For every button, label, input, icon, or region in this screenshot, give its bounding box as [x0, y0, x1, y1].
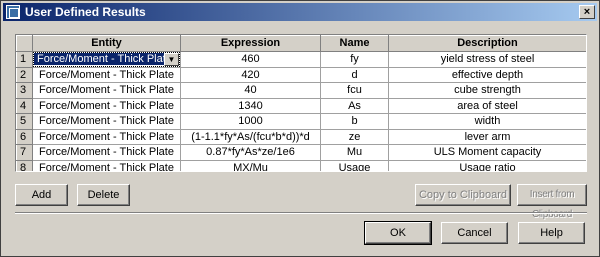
- entity-cell[interactable]: Force/Moment - Thick Plate: [32, 97, 181, 114]
- expression-cell[interactable]: MX/Mu: [180, 159, 321, 171]
- table-row: 7 Force/Moment - Thick Plate 0.87*fy*As*…: [16, 144, 586, 161]
- expression-cell[interactable]: 1340: [180, 97, 321, 114]
- description-cell[interactable]: cube strength: [388, 82, 586, 99]
- separator: [15, 212, 587, 214]
- window-title: User Defined Results: [25, 5, 146, 19]
- description-cell[interactable]: ULS Moment capacity: [388, 144, 586, 161]
- entity-cell[interactable]: Force/Moment - Thick Plate: [32, 159, 181, 171]
- entity-dropdown[interactable]: Force/Moment - Thick Plate ▼: [33, 52, 180, 66]
- table-row: 6 Force/Moment - Thick Plate (1-1.1*fy*A…: [16, 128, 586, 145]
- name-cell[interactable]: b: [320, 113, 389, 130]
- row-number[interactable]: 8: [16, 159, 33, 171]
- description-cell[interactable]: lever arm: [388, 128, 586, 145]
- row-number[interactable]: 2: [16, 66, 33, 83]
- column-header-description[interactable]: Description: [388, 35, 586, 52]
- ok-button[interactable]: OK: [364, 221, 432, 245]
- copy-to-clipboard-button[interactable]: Copy to Clipboard: [415, 184, 511, 206]
- row-number[interactable]: 5: [16, 113, 33, 130]
- column-header-expression[interactable]: Expression: [180, 35, 321, 52]
- expression-cell[interactable]: 420: [180, 66, 321, 83]
- name-cell[interactable]: As: [320, 97, 389, 114]
- entity-cell[interactable]: Force/Moment - Thick Plate: [32, 66, 181, 83]
- entity-cell[interactable]: Force/Moment - Thick Plate: [32, 144, 181, 161]
- row-number[interactable]: 7: [16, 144, 33, 161]
- description-cell[interactable]: width: [388, 113, 586, 130]
- expression-cell[interactable]: 40: [180, 82, 321, 99]
- name-cell[interactable]: Usage: [320, 159, 389, 171]
- table-row: 8 Force/Moment - Thick Plate MX/Mu Usage…: [16, 159, 586, 171]
- column-header-entity[interactable]: Entity: [32, 35, 181, 52]
- table-row: 1 Force/Moment - Thick Plate ▼ 460 fy yi…: [16, 50, 586, 68]
- description-cell[interactable]: effective depth: [388, 66, 586, 83]
- expression-cell[interactable]: (1-1.1*fy*As/(fcu*b*d))*d: [180, 128, 321, 145]
- row-number[interactable]: 4: [16, 97, 33, 114]
- cancel-button[interactable]: Cancel: [441, 222, 508, 244]
- name-cell[interactable]: Mu: [320, 144, 389, 161]
- description-cell[interactable]: area of steel: [388, 97, 586, 114]
- name-cell[interactable]: ze: [320, 128, 389, 145]
- grid-header-row: Entity Expression Name Description: [16, 35, 586, 52]
- results-grid: Entity Expression Name Description 1 For…: [15, 34, 587, 172]
- row-number[interactable]: 1: [16, 50, 33, 68]
- expression-cell[interactable]: 0.87*fy*As*ze/1e6: [180, 144, 321, 161]
- insert-from-clipboard-button[interactable]: Insert from Clipboard: [517, 184, 587, 220]
- entity-cell[interactable]: Force/Moment - Thick Plate: [32, 128, 181, 145]
- delete-button[interactable]: Delete: [77, 184, 130, 206]
- title-bar: User Defined Results ×: [3, 3, 597, 21]
- user-defined-results-dialog: User Defined Results × Entity Expression…: [0, 0, 600, 257]
- name-cell[interactable]: fcu: [320, 82, 389, 99]
- grid-corner: [16, 35, 33, 52]
- description-cell[interactable]: yield stress of steel: [388, 50, 586, 68]
- entity-dropdown-value[interactable]: Force/Moment - Thick Plate: [34, 53, 164, 65]
- expression-cell[interactable]: 1000: [180, 113, 321, 130]
- description-cell[interactable]: Usage ratio: [388, 159, 586, 171]
- table-row: 4 Force/Moment - Thick Plate 1340 As are…: [16, 97, 586, 114]
- row-number[interactable]: 6: [16, 128, 33, 145]
- column-header-name[interactable]: Name: [320, 35, 389, 52]
- expression-cell[interactable]: 460: [180, 50, 321, 68]
- add-button[interactable]: Add: [15, 184, 68, 206]
- entity-select-cell[interactable]: Force/Moment - Thick Plate ▼: [32, 50, 181, 68]
- row-number[interactable]: 3: [16, 82, 33, 99]
- entity-cell[interactable]: Force/Moment - Thick Plate: [32, 82, 181, 99]
- table-row: 5 Force/Moment - Thick Plate 1000 b widt…: [16, 113, 586, 130]
- entity-cell[interactable]: Force/Moment - Thick Plate: [32, 113, 181, 130]
- table-row: 3 Force/Moment - Thick Plate 40 fcu cube…: [16, 82, 586, 99]
- help-button[interactable]: Help: [518, 222, 585, 244]
- window-icon: [6, 5, 20, 19]
- close-button[interactable]: ×: [579, 5, 595, 19]
- table-row: 2 Force/Moment - Thick Plate 420 d effec…: [16, 66, 586, 83]
- name-cell[interactable]: d: [320, 66, 389, 83]
- dropdown-arrow-icon[interactable]: ▼: [164, 52, 179, 66]
- name-cell[interactable]: fy: [320, 50, 389, 68]
